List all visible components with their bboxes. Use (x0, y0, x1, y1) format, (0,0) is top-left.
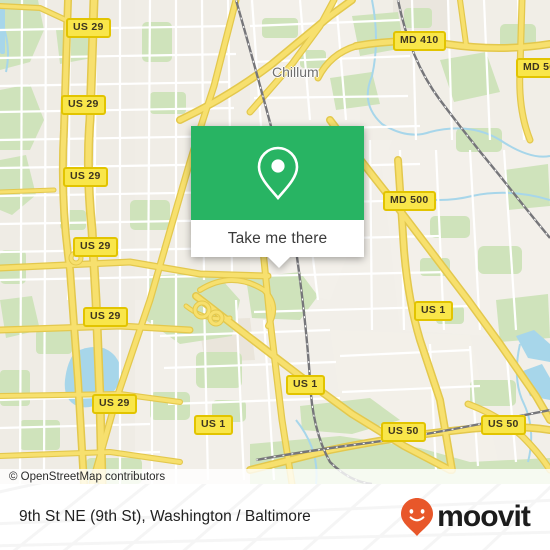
take-me-there-button[interactable]: Take me there (191, 220, 364, 257)
station-title: 9th St NE (9th St), Washington / Baltimo… (19, 508, 311, 525)
road-shield: US 50 (381, 422, 426, 442)
take-me-there-label: Take me there (227, 229, 328, 247)
road-shield: US 1 (286, 375, 325, 395)
road-shield: US 1 (194, 415, 233, 435)
road-shield: US 29 (63, 167, 108, 187)
footer-bar: 9th St NE (9th St), Washington / Baltimo… (0, 484, 550, 550)
road-shield: US 29 (83, 307, 128, 327)
road-shield: MD 410 (393, 31, 446, 51)
station-popup-card[interactable]: Take me there (191, 126, 364, 268)
moovit-smiley-pin-icon (401, 498, 434, 536)
popup-tail (268, 257, 290, 268)
place-label-chillum: Chillum (272, 64, 319, 80)
road-shield: US 29 (73, 237, 118, 257)
road-shield: US 1 (414, 301, 453, 321)
footer-content: 9th St NE (9th St), Washington / Baltimo… (0, 484, 550, 550)
map-pin-icon (257, 146, 298, 201)
road-shield: US 29 (92, 394, 137, 414)
map-canvas[interactable]: Chillum US 29 US 29 US 29 US 29 US 29 US… (0, 0, 550, 484)
moovit-station-card: Chillum US 29 US 29 US 29 US 29 US 29 US… (0, 0, 550, 550)
moovit-logo[interactable]: moovit (400, 497, 531, 537)
moovit-wordmark: moovit (437, 500, 531, 533)
map-attribution-bar: © OpenStreetMap contributors (0, 469, 550, 484)
road-shield: US 50 (481, 415, 526, 435)
popup-pin-area (191, 126, 364, 220)
road-shield: MD 500 (516, 58, 550, 78)
openstreetmap-attribution: © OpenStreetMap contributors (9, 470, 166, 483)
road-shield: MD 500 (383, 191, 436, 211)
road-shield: US 29 (61, 95, 106, 115)
road-shield: US 29 (66, 18, 111, 38)
